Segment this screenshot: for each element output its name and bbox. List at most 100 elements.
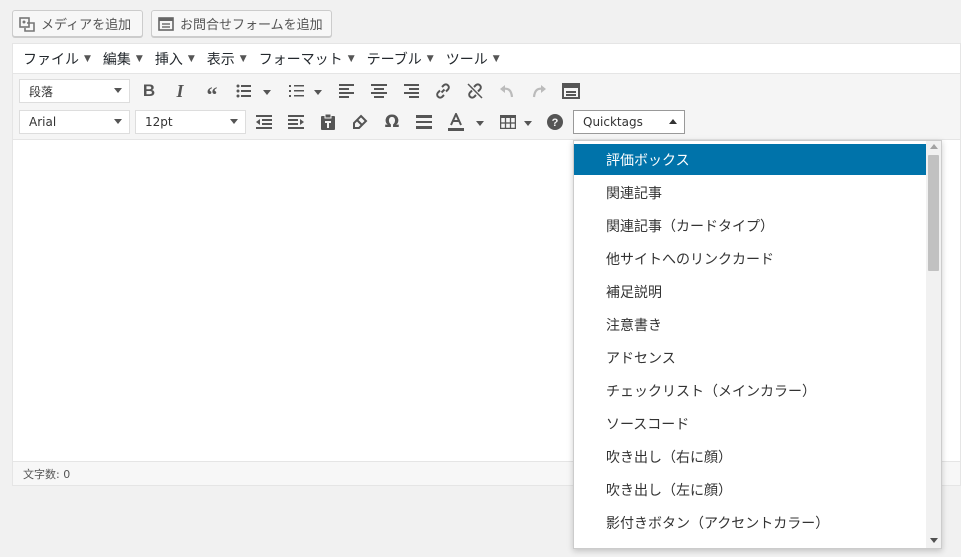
dropdown-item[interactable]: アドセンス [574, 342, 927, 373]
indent-button[interactable] [282, 109, 310, 135]
dropdown-item-label: 評価ボックス [606, 152, 690, 169]
font-family-select[interactable]: Arial [19, 110, 130, 134]
dropdown-item[interactable]: 他サイトへのリンクカード [574, 243, 927, 274]
clear-formatting-button[interactable] [346, 109, 374, 135]
omega-icon: Ω [384, 112, 400, 132]
table-button[interactable] [494, 109, 522, 135]
caret-down-icon: ▼ [426, 53, 434, 64]
kitchen-sink-icon [562, 83, 580, 99]
scroll-up-arrow-icon[interactable] [930, 144, 938, 149]
redo-button[interactable] [525, 78, 553, 104]
dropdown-item[interactable]: 補足説明 [574, 276, 927, 307]
align-right-button[interactable] [397, 78, 425, 104]
remove-link-button[interactable] [461, 78, 489, 104]
quicktags-select[interactable]: Quicktags [573, 110, 685, 134]
bold-button[interactable]: B [135, 78, 163, 104]
menu-tools[interactable]: ツール ▼ [440, 44, 506, 74]
dropdown-item[interactable]: 評価ボックス [574, 144, 927, 175]
undo-icon [500, 85, 514, 98]
numbered-list-icon [289, 85, 304, 97]
add-form-label: お問合せフォームを追加 [180, 18, 323, 33]
word-count: 文字数: 0 [23, 467, 71, 481]
text-color-icon [448, 113, 464, 131]
eraser-icon [353, 114, 368, 129]
horizontal-line-button[interactable] [410, 109, 438, 135]
help-icon: ? [547, 114, 563, 130]
font-family-value: Arial [29, 115, 57, 129]
font-size-value: 12pt [145, 115, 173, 129]
text-color-caret-icon[interactable] [476, 121, 484, 126]
quicktags-dropdown: 評価ボックス 関連記事 関連記事（カードタイプ） 他サイトへのリンクカード 補足… [573, 140, 942, 549]
align-center-button[interactable] [365, 78, 393, 104]
dropdown-item[interactable]: ソースコード [574, 408, 927, 439]
unlink-icon [467, 83, 483, 99]
italic-icon: I [176, 80, 184, 101]
chevron-up-icon [669, 119, 677, 124]
toolbar-toggle-button[interactable] [557, 78, 585, 104]
scrollbar-thumb[interactable] [928, 155, 939, 271]
dropdown-item[interactable]: 影付きボタン（アクセントカラー） [574, 507, 927, 538]
dropdown-item[interactable]: 関連記事（カードタイプ） [574, 210, 927, 241]
link-icon [436, 83, 450, 99]
dropdown-item[interactable]: 関連記事 [574, 177, 927, 208]
caret-down-icon: ▼ [239, 53, 247, 64]
align-left-icon [339, 84, 354, 98]
help-button[interactable]: ? [541, 109, 569, 135]
dropdown-item-label: 関連記事 [606, 185, 662, 202]
dropdown-item-label: 影付きボタン（アクセントカラー） [606, 515, 830, 532]
bullet-list-caret-icon[interactable] [263, 90, 271, 95]
blockquote-button[interactable]: “ [198, 78, 226, 107]
paste-text-button[interactable] [314, 109, 342, 135]
add-contact-form-button[interactable]: お問合せフォームを追加 [151, 10, 332, 37]
media-icon [19, 16, 35, 32]
menu-edit-label: 編集 [102, 51, 131, 68]
dropdown-scrollbar[interactable] [926, 141, 941, 548]
redo-icon [532, 85, 546, 98]
undo-button[interactable] [493, 78, 521, 104]
special-character-button[interactable]: Ω [378, 109, 406, 135]
menu-edit[interactable]: 編集 ▼ [97, 44, 149, 74]
dropdown-item[interactable]: 注意書き [574, 309, 927, 340]
dropdown-item-label: 他サイトへのリンクカード [606, 251, 774, 268]
numbered-list-button[interactable] [283, 78, 311, 104]
dropdown-item-label: ソースコード [606, 416, 690, 433]
align-center-icon [371, 84, 387, 98]
menu-file-label: ファイル [23, 51, 79, 68]
align-right-icon [404, 84, 419, 98]
dropdown-item[interactable]: チェックリスト（メインカラー） [574, 375, 927, 406]
caret-down-icon: ▼ [347, 53, 355, 64]
menu-format-label: フォーマット [258, 51, 343, 68]
table-caret-icon[interactable] [524, 121, 532, 126]
add-media-button[interactable]: メディアを追加 [12, 10, 143, 37]
menu-view-label: 表示 [206, 51, 235, 68]
scroll-down-arrow-icon[interactable] [930, 538, 938, 543]
font-size-select[interactable]: 12pt [135, 110, 246, 134]
numbered-list-caret-icon[interactable] [314, 90, 322, 95]
menu-view[interactable]: 表示 ▼ [201, 44, 253, 74]
quote-icon: “ [206, 82, 218, 107]
menu-table[interactable]: テーブル ▼ [361, 44, 440, 74]
dropdown-item-label: 吹き出し（右に顔） [606, 449, 732, 466]
horizontal-rule-icon [416, 115, 432, 129]
block-format-select[interactable]: 段落 [19, 79, 130, 103]
dropdown-item[interactable]: 吹き出し（左に顔） [574, 474, 927, 505]
italic-button[interactable]: I [166, 78, 194, 104]
bullet-list-button[interactable] [230, 78, 258, 104]
caret-down-icon: ▼ [492, 53, 500, 64]
insert-link-button[interactable] [429, 78, 457, 104]
bullet-list-icon [236, 84, 251, 98]
text-color-button[interactable] [442, 109, 470, 135]
dropdown-item[interactable]: 吹き出し（右に顔） [574, 441, 927, 472]
align-left-button[interactable] [333, 78, 361, 104]
outdent-button[interactable] [250, 109, 278, 135]
menu-file[interactable]: ファイル ▼ [17, 44, 97, 74]
form-icon [158, 16, 174, 32]
add-media-label: メディアを追加 [41, 18, 132, 33]
dropdown-item-label: 吹き出し（左に顔） [606, 482, 732, 499]
dropdown-item-label: 関連記事（カードタイプ） [606, 218, 774, 235]
quicktags-value: Quicktags [583, 115, 643, 129]
menu-format[interactable]: フォーマット ▼ [253, 44, 361, 74]
menu-insert[interactable]: 挿入 ▼ [149, 44, 201, 74]
chevron-down-icon [114, 119, 122, 124]
menu-tools-label: ツール [445, 51, 488, 68]
